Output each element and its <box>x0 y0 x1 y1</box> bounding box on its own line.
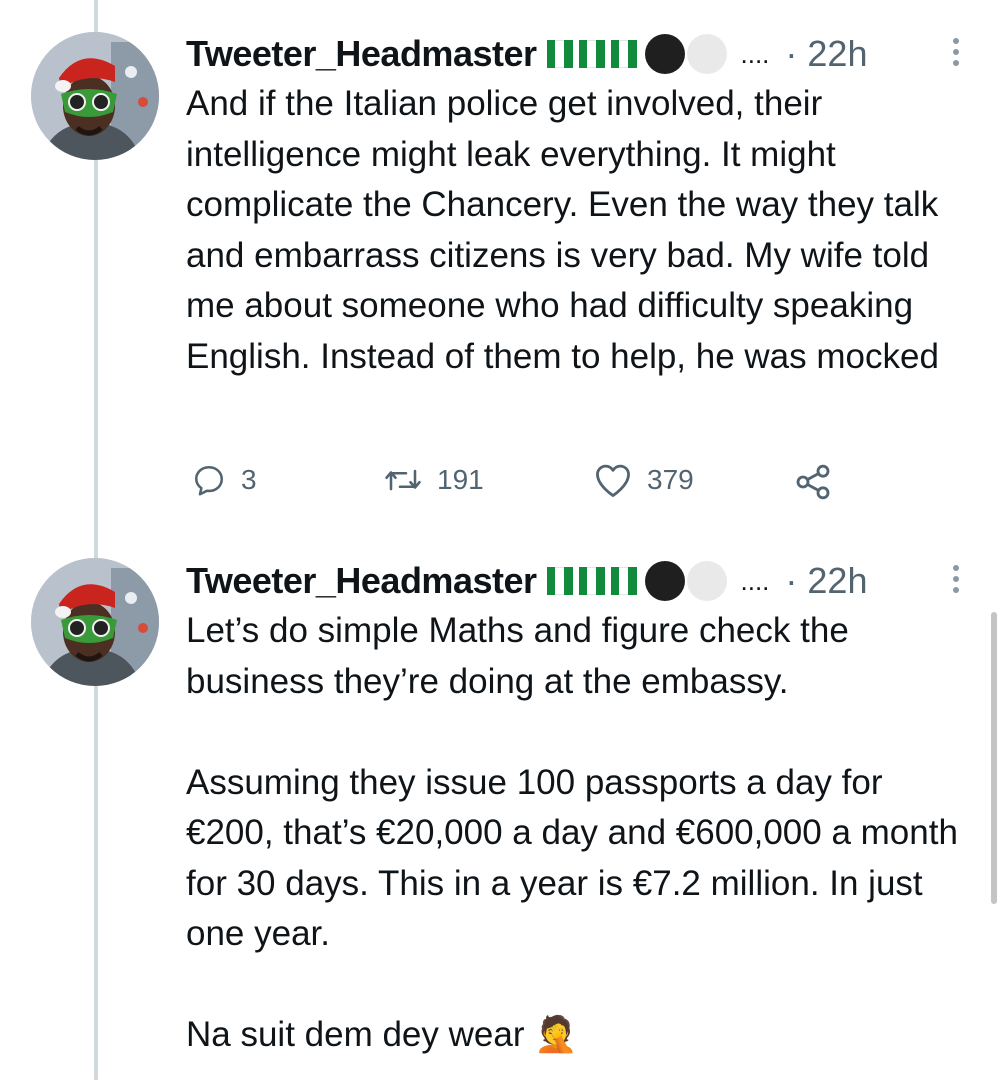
more-options-icon[interactable] <box>951 38 961 66</box>
more-options-icon[interactable] <box>951 565 961 593</box>
truncation-ellipsis: .... <box>740 38 770 69</box>
reply-count: 3 <box>241 464 257 495</box>
retweet-icon <box>385 469 421 491</box>
avatar[interactable] <box>31 558 159 686</box>
like-count: 379 <box>647 464 694 495</box>
username-decorations <box>546 34 727 74</box>
flag-icon <box>546 40 573 68</box>
tweet-header: Tweeter_Headmaster .... · 22h <box>186 555 867 607</box>
thread-connector-line <box>94 0 98 1080</box>
scrollbar[interactable] <box>991 612 997 904</box>
retweet-count: 191 <box>437 464 484 495</box>
black-circle-icon <box>644 34 685 74</box>
flag-icon <box>578 40 605 68</box>
tweet-text: And if the Italian police get involved, … <box>186 84 948 376</box>
white-circle-icon <box>686 561 727 601</box>
tweet-actions: 3 191 379 <box>0 462 997 502</box>
username[interactable]: Tweeter_Headmaster <box>186 560 537 602</box>
tweet-header: Tweeter_Headmaster .... · 22h <box>186 28 867 80</box>
black-circle-icon <box>644 561 685 601</box>
heart-icon <box>596 464 630 497</box>
timestamp[interactable]: · 22h <box>785 33 867 75</box>
username-decorations <box>546 561 727 601</box>
retweet-button[interactable]: 191 <box>383 462 484 498</box>
reply-icon <box>194 465 224 496</box>
flag-icon <box>610 40 637 68</box>
white-circle-icon <box>686 34 727 74</box>
tweet-text: Let’s do simple Maths and figure check t… <box>186 611 958 1054</box>
share-icon <box>796 464 830 500</box>
truncation-ellipsis: .... <box>740 565 770 596</box>
reply-button[interactable]: 3 <box>191 462 257 498</box>
flag-icon <box>610 567 637 595</box>
username[interactable]: Tweeter_Headmaster <box>186 33 537 75</box>
timestamp[interactable]: · 22h <box>785 560 867 602</box>
share-button[interactable] <box>793 462 833 502</box>
like-button[interactable]: 379 <box>593 462 694 498</box>
avatar[interactable] <box>31 32 159 160</box>
flag-icon <box>546 567 573 595</box>
flag-icon <box>578 567 605 595</box>
